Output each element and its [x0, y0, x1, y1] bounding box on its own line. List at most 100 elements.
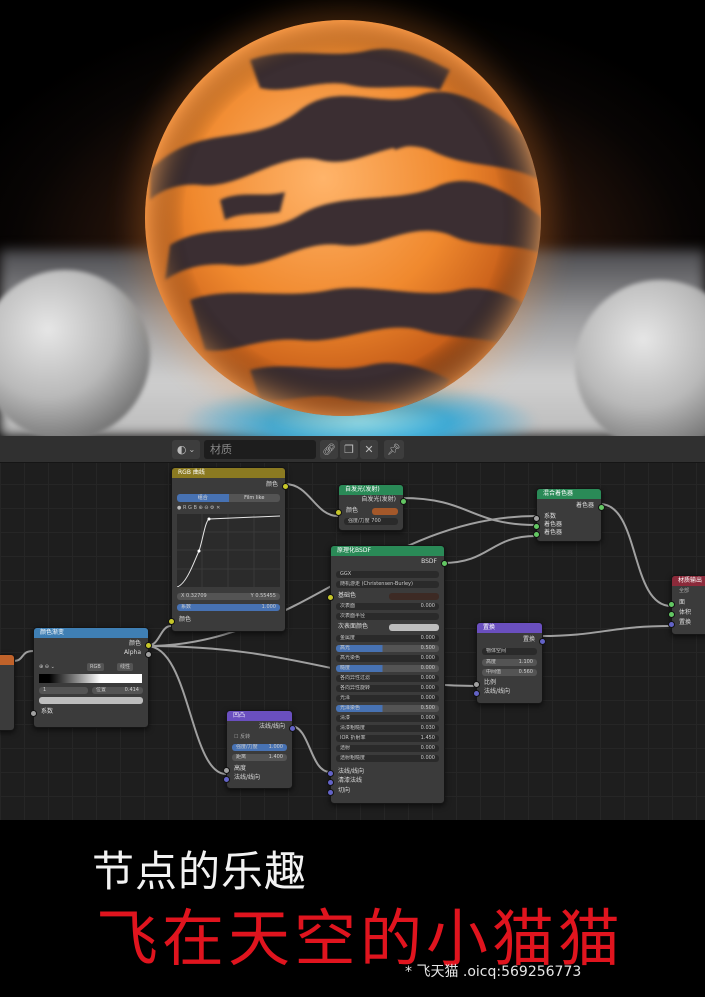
- invert-checkbox[interactable]: ☐ 反转: [227, 733, 292, 741]
- output-alpha-socket[interactable]: [145, 651, 152, 658]
- node-title[interactable]: 颜色渐变: [34, 628, 148, 638]
- sheen-tint-field[interactable]: 光泽染色 0.500: [336, 705, 439, 712]
- position-label: 位置: [96, 687, 107, 693]
- input-socket[interactable]: [168, 618, 175, 625]
- mix-shader-node[interactable]: 混合着色器 着色器 系数 着色器 着色器: [533, 488, 605, 542]
- sss-color-swatch[interactable]: [389, 624, 439, 631]
- input-color-socket[interactable]: [335, 509, 342, 516]
- output-socket[interactable]: [539, 638, 546, 645]
- displacement-socket[interactable]: [668, 621, 675, 628]
- output-socket[interactable]: [400, 498, 407, 505]
- specular-field[interactable]: 高光 0.500: [336, 645, 439, 652]
- add-icon[interactable]: ⊕: [39, 664, 43, 670]
- bump-distance-field[interactable]: 距离 1.400: [232, 754, 287, 761]
- node-title[interactable]: 凹凸: [227, 711, 292, 721]
- output-emission-label: 自发光(发射): [361, 496, 396, 503]
- node-title[interactable]: 材质输出: [672, 576, 705, 586]
- position-field[interactable]: 位置 0.414: [92, 687, 143, 694]
- output-shader-label: 着色器: [575, 502, 594, 509]
- stop-index-field[interactable]: 1: [39, 687, 88, 694]
- node-title[interactable]: 混合着色器: [537, 489, 601, 499]
- link-ramp-to-bump: [146, 645, 227, 775]
- space-select[interactable]: 物体空间: [482, 648, 537, 655]
- output-color-socket[interactable]: [145, 642, 152, 649]
- input-normal-label: 法线/线向: [234, 774, 261, 781]
- output-socket[interactable]: [441, 560, 448, 567]
- remove-icon[interactable]: ⊖: [45, 664, 49, 670]
- input-shader1-label: 着色器: [544, 521, 563, 528]
- curve-toolbar[interactable]: ● R G B ⊕ ⊖ ⚙ ✕: [177, 505, 220, 511]
- tab-combined[interactable]: 组合: [177, 494, 229, 502]
- volume-socket[interactable]: [668, 611, 675, 618]
- bump-node[interactable]: 凹凸 法线/线向 ☐ 反转 强度/力度 1.000 距离 1.400 高度 法线/线…: [223, 710, 296, 789]
- input-normal-socket[interactable]: [223, 776, 230, 783]
- base-color-socket[interactable]: [327, 594, 334, 601]
- normal-socket[interactable]: [327, 770, 334, 777]
- node-title[interactable]: RGB 曲线: [172, 468, 285, 478]
- sss-radius-field[interactable]: 次表面半径: [336, 613, 439, 620]
- cc-rough-field[interactable]: 清漆粗糙度 0.030: [336, 725, 439, 732]
- input-shader2-socket[interactable]: [533, 531, 540, 538]
- material-output-node[interactable]: 材质输出 全部 面 体积 置换: [668, 575, 705, 635]
- transmission-field[interactable]: 透射 0.000: [336, 745, 439, 752]
- disp-height-field[interactable]: 高度 1.100: [482, 659, 537, 666]
- roughness-field[interactable]: 糙度 0.000: [336, 665, 439, 672]
- base-color-swatch[interactable]: [389, 593, 439, 600]
- cc-normal-socket[interactable]: [327, 779, 334, 786]
- target-select[interactable]: 全部: [672, 587, 705, 595]
- ior-field[interactable]: IOR 折射率 1.450: [336, 735, 439, 742]
- clearcoat-field[interactable]: 清漆 0.000: [336, 715, 439, 722]
- aniso-rot-field[interactable]: 各向异性旋转 0.000: [336, 685, 439, 692]
- banner-credit: * 飞天猫 .oicq:569256773: [405, 964, 582, 980]
- offscreen-node[interactable]: [0, 654, 15, 731]
- trans-rough-field[interactable]: 透射粗糙度 0.000: [336, 755, 439, 762]
- stop-color-swatch[interactable]: [39, 697, 143, 704]
- subsurface-field[interactable]: 次表面 0.000: [336, 603, 439, 610]
- scale-label: 比例: [484, 679, 497, 686]
- sheen-field[interactable]: 光泽 0.000: [336, 695, 439, 702]
- gradient-bar[interactable]: [39, 674, 142, 683]
- link-bump-to-normal: [290, 725, 331, 773]
- strength-field[interactable]: 强度/力度 700: [344, 518, 398, 525]
- sss-method-select[interactable]: 随机游走 (Christensen-Burley): [336, 581, 439, 588]
- bump-strength-field[interactable]: 强度/力度 1.000: [232, 744, 287, 751]
- color-ramp-node[interactable]: 颜色渐变 颜色 Alpha ⊕ ⊖ ⌄ RGB 线性 1 位置 0.414 系数: [30, 627, 152, 728]
- normal-label: 法线/线向: [484, 688, 511, 695]
- rgb-curves-node[interactable]: RGB 曲线 颜色 组合 Film like ● R G B ⊕ ⊖ ⚙ ✕ X…: [168, 467, 289, 632]
- volume-label: 体积: [679, 609, 692, 616]
- emission-color-swatch[interactable]: [372, 508, 398, 515]
- interpolation-select[interactable]: 线性: [117, 663, 134, 671]
- input-factor-socket[interactable]: [30, 710, 37, 717]
- factor-field[interactable]: 系数 1.000: [177, 604, 280, 611]
- output-socket[interactable]: [289, 725, 296, 732]
- node-title[interactable]: 原理化BSDF: [331, 546, 444, 556]
- input-height-socket[interactable]: [223, 767, 230, 774]
- ramp-toolbar[interactable]: ⊕ ⊖ ⌄ RGB 线性: [39, 663, 142, 671]
- node-title[interactable]: 置换: [477, 623, 542, 633]
- color-mode-select[interactable]: RGB: [87, 663, 104, 671]
- output-socket[interactable]: [282, 483, 289, 490]
- factor-label: 系数: [181, 604, 192, 610]
- output-socket[interactable]: [598, 504, 605, 511]
- surface-label: 面: [679, 599, 686, 606]
- normal-label: 法线/线向: [338, 768, 365, 775]
- emission-node[interactable]: 自发光(发射) 自发光(发射) 颜色 强度/力度 700: [335, 484, 407, 531]
- output-color-label: 颜色: [128, 640, 141, 647]
- principled-bsdf-node[interactable]: 原理化BSDF BSDF GGX 随机游走 (Christensen-Burle…: [327, 545, 448, 804]
- normal-socket[interactable]: [473, 690, 480, 697]
- node-editor[interactable]: ◐ ⌄ 材质 🔗︎ ❐ ✕ 📌︎ RGB 曲线 颜色 组合 Film like ●…: [0, 436, 705, 820]
- aniso-field[interactable]: 各向异性过滤 0.000: [336, 675, 439, 682]
- displacement-node[interactable]: 置换 置换 物体空间 高度 1.100 中间值 0.560 比例 法线/线向: [473, 622, 546, 704]
- curve-graph[interactable]: [177, 514, 280, 587]
- disp-mid-field[interactable]: 中间值 0.560: [482, 669, 537, 676]
- spec-tint-field[interactable]: 高光染色 0.000: [336, 655, 439, 662]
- distribution-select[interactable]: GGX: [336, 571, 439, 578]
- tab-film-like[interactable]: Film like: [228, 494, 280, 502]
- node-title[interactable]: [0, 655, 14, 665]
- surface-socket[interactable]: [668, 601, 675, 608]
- node-title[interactable]: 自发光(发射): [339, 485, 403, 495]
- output-normal-label: 法线/线向: [258, 723, 285, 730]
- tangent-socket[interactable]: [327, 789, 334, 796]
- metallic-field[interactable]: 金属度 0.000: [336, 635, 439, 642]
- scale-socket[interactable]: [473, 681, 480, 688]
